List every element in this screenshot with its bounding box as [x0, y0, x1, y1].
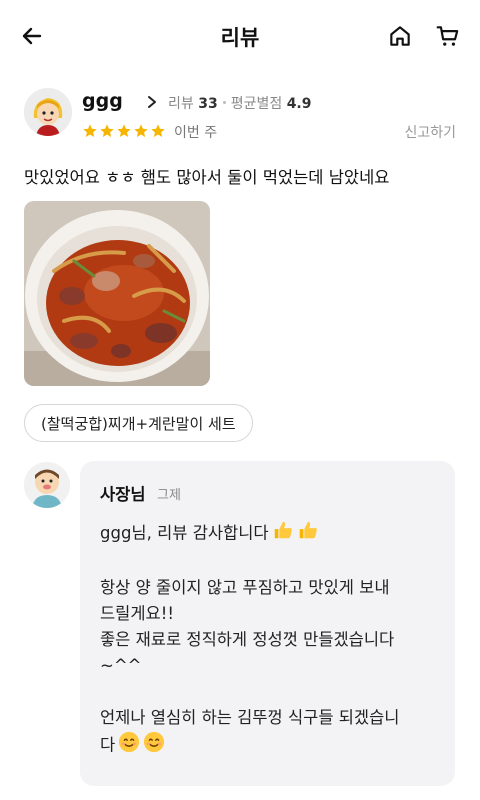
reply-line: 드릴게요!!: [100, 604, 174, 623]
separator-dot: [222, 101, 226, 104]
thumbs-up-icon: [297, 519, 319, 549]
review-header: ggg 리뷰 33 평균별점 4.9 이번 주 신고하기: [24, 88, 456, 148]
reviewer-stats: 리뷰 33 평균별점 4.9: [168, 93, 312, 113]
star-icon: [151, 124, 165, 137]
owner-avatar-icon: [24, 462, 70, 508]
review-count-label: 리뷰: [168, 96, 194, 112]
review-text: 맛있었어요 ㅎㅎ 햄도 많아서 둘이 먹었는데 남았네요: [24, 168, 390, 187]
reviewer-avatar[interactable]: [24, 88, 72, 136]
reply-line: 좋은 재료로 정직하게 정성껏 만들겠습니다: [100, 630, 395, 649]
star-rating: [82, 123, 166, 139]
chevron-right-icon[interactable]: [145, 95, 159, 109]
reply-line: [100, 679, 445, 705]
owner-reply-text: ggg님, 리뷰 감사합니다 항상 양 줄이지 않고 푸짐하고 맛있게 보내 드…: [100, 519, 445, 761]
owner-reply-card: 사장님 그제 ggg님, 리뷰 감사합니다 항상 양 줄이지 않고 푸짐하고 맛…: [80, 461, 455, 786]
reply-line: ggg님, 리뷰 감사합니다: [100, 519, 445, 549]
review-date: 이번 주: [174, 125, 218, 141]
stew-photo: [24, 201, 210, 386]
reply-date: 그제: [157, 488, 181, 503]
reviewer-avatar-icon: [24, 88, 72, 136]
smile-icon: [118, 731, 140, 761]
ordered-menu-chip[interactable]: (찰떡궁합)찌개+계란말이 세트: [24, 404, 253, 442]
smile-icon: [143, 731, 165, 761]
review-count: 33: [198, 96, 218, 112]
avg-rating: 4.9: [286, 96, 312, 112]
star-icon: [83, 124, 97, 137]
reply-line: 다: [100, 731, 445, 761]
cart-button[interactable]: [432, 20, 464, 52]
reviewer-name[interactable]: ggg: [82, 90, 123, 112]
report-link[interactable]: 신고하기: [404, 122, 456, 142]
star-icon: [134, 124, 148, 137]
home-button[interactable]: [384, 20, 416, 52]
reply-line: [100, 549, 445, 575]
cart-icon: [436, 26, 459, 46]
review-photo[interactable]: [24, 201, 210, 386]
top-bar: 리뷰: [0, 0, 480, 70]
reply-line: 언제나 열심히 하는 김뚜껑 식구들 되겠습니: [100, 708, 400, 727]
reply-line: 항상 양 줄이지 않고 푸짐하고 맛있게 보내: [100, 578, 390, 597]
owner-name: 사장님: [100, 485, 146, 504]
avg-rating-label: 평균별점: [230, 96, 283, 112]
thumbs-up-icon: [272, 519, 294, 549]
star-icon: [100, 124, 114, 137]
reply-line: ~^^: [100, 656, 142, 675]
star-icon: [117, 124, 131, 137]
owner-avatar: [24, 462, 70, 508]
home-icon: [390, 26, 410, 46]
